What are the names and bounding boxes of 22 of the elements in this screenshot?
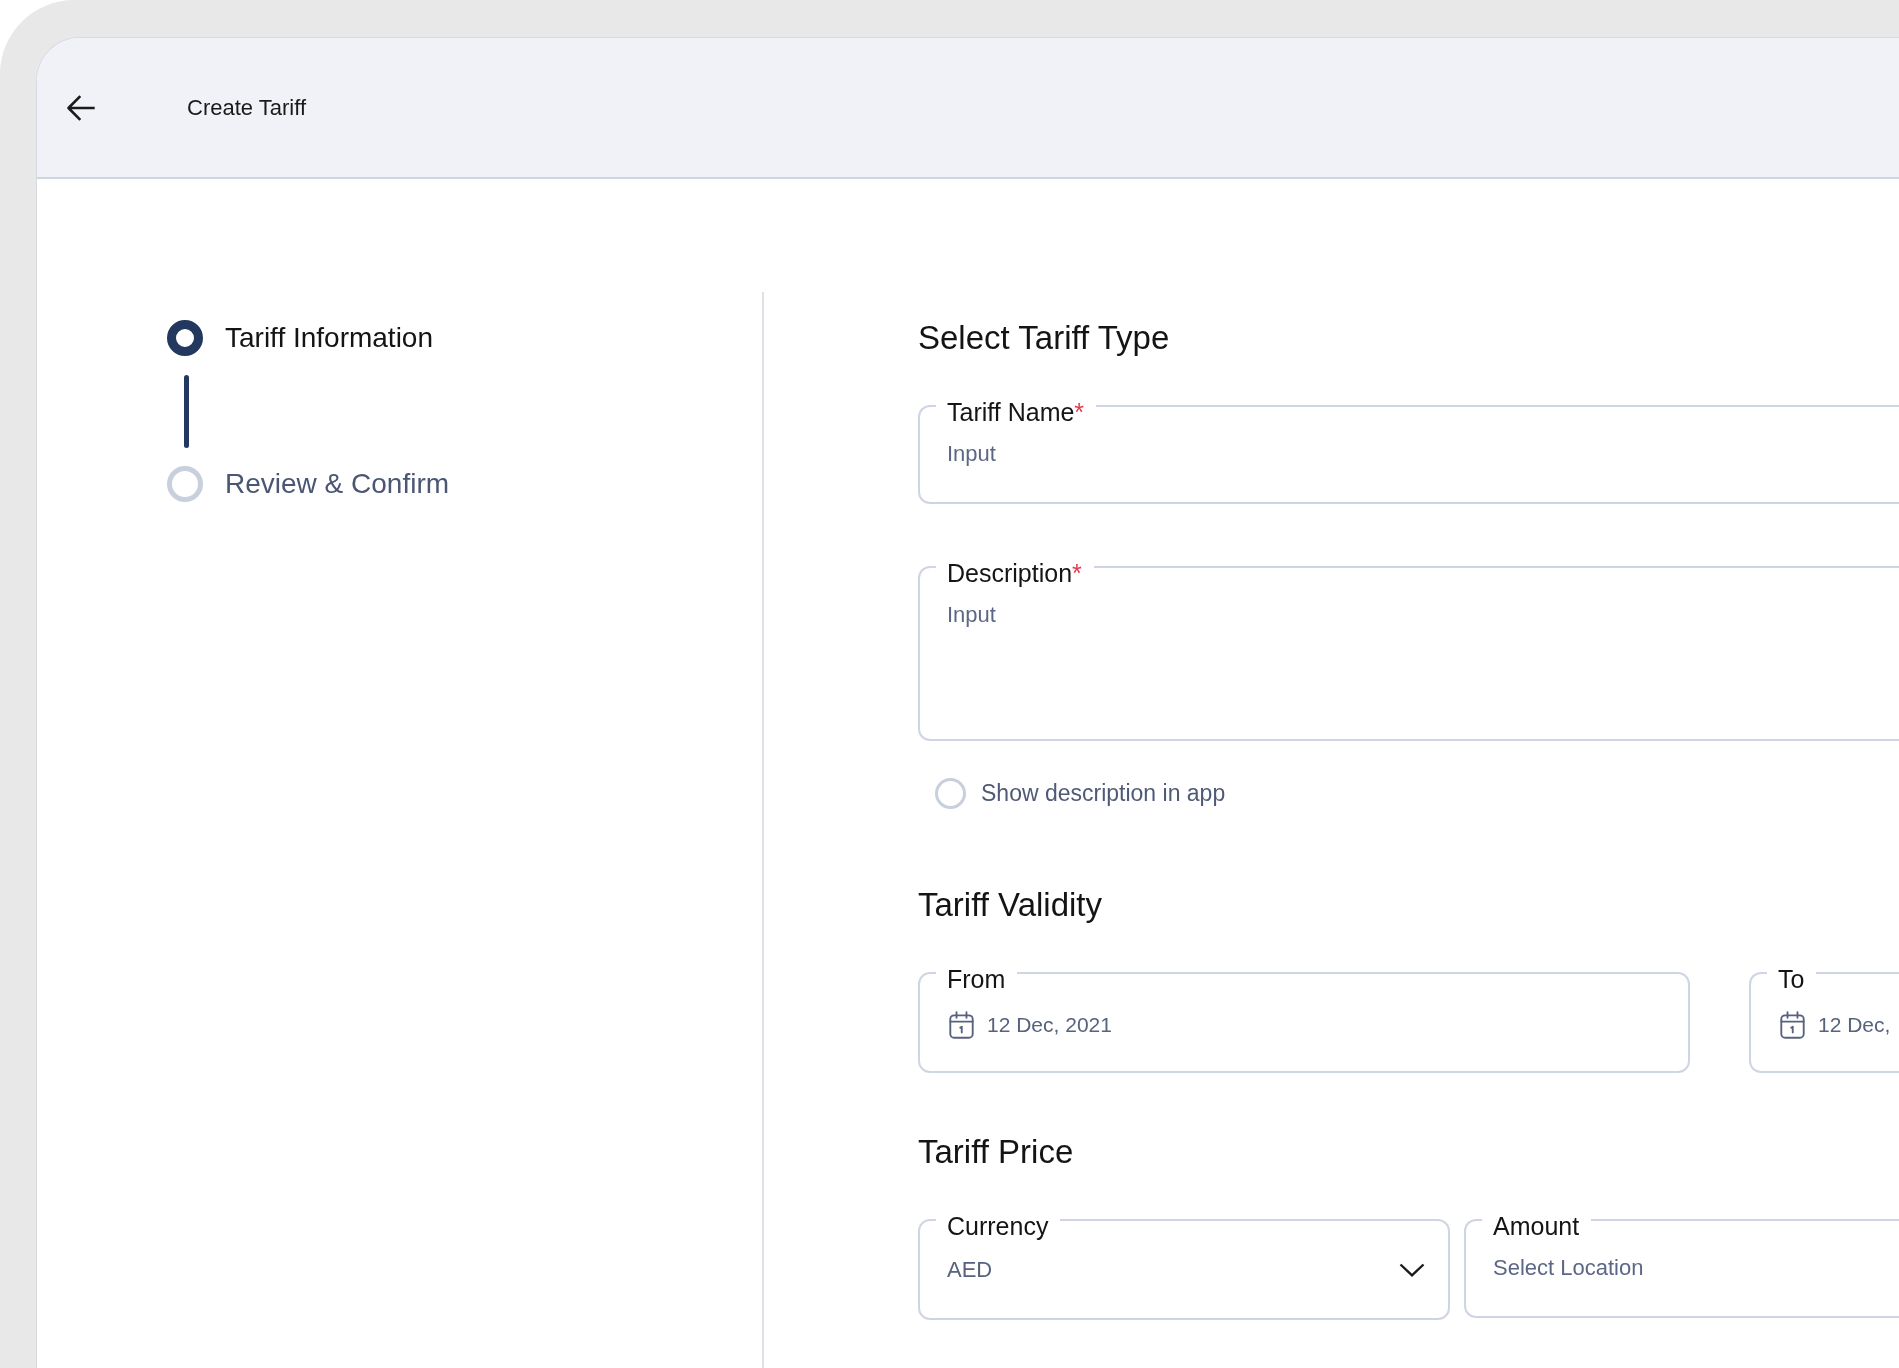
arrow-left-icon	[66, 92, 96, 123]
checkbox[interactable]	[935, 778, 966, 809]
required-mark: *	[1074, 398, 1085, 426]
calendar-icon	[949, 1011, 974, 1039]
field-label: Amount	[1493, 1212, 1580, 1240]
field-label: Tariff Name	[947, 398, 1075, 426]
calendar-icon	[1780, 1011, 1805, 1039]
page-title: Create Tariff	[187, 93, 307, 122]
required-mark: *	[1072, 559, 1082, 587]
field-label: To	[1778, 965, 1805, 993]
section-title: Tariff Validity	[918, 885, 1103, 925]
field-label: Description	[947, 559, 1073, 587]
field-label: Currency	[947, 1212, 1049, 1240]
step-label: Review & Confirm	[225, 467, 450, 501]
date-input[interactable]: 12 Dec,	[1818, 1010, 1899, 1040]
step-label: Tariff Information	[225, 321, 434, 355]
section-title: Select Tariff Type	[918, 318, 1171, 358]
section-title: Tariff Price	[918, 1132, 1075, 1172]
checkbox-label: Show description in app	[981, 780, 1226, 807]
field-label: From	[947, 965, 1006, 993]
back-button[interactable]	[66, 92, 96, 123]
chevron-down-icon	[1399, 1263, 1425, 1277]
